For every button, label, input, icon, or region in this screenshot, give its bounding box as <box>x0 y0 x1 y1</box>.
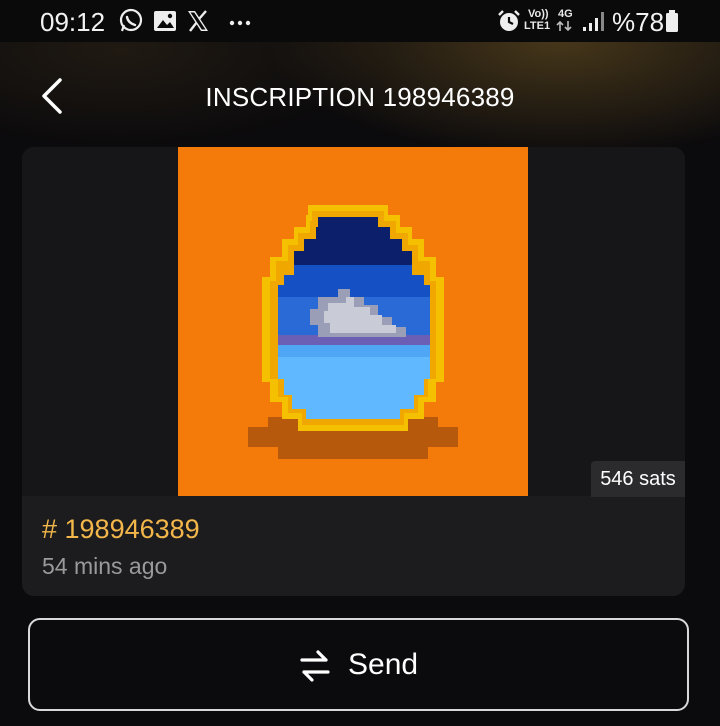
send-label: Send <box>348 648 419 681</box>
status-bar: 09:12 Vo)) LTE1 4G %78 <box>0 0 720 42</box>
lte-label: LTE1 <box>524 20 551 32</box>
x-icon <box>188 10 208 32</box>
timestamp: 54 mins ago <box>42 553 168 579</box>
inscription-image <box>178 147 528 496</box>
page-title: INSCRIPTION 198946389 <box>205 82 515 112</box>
status-time: 09:12 <box>40 7 106 37</box>
inscription-number: # 198946389 <box>42 514 200 544</box>
whatsapp-icon <box>119 8 143 32</box>
data-arrows-icon <box>556 20 572 32</box>
alarm-icon <box>498 10 520 31</box>
volte-label: Vo)) <box>528 8 549 20</box>
gallery-icon <box>154 11 176 31</box>
transfer-arrows-icon <box>300 650 330 682</box>
battery-percent: %78 <box>612 7 665 37</box>
inscription-media <box>22 147 685 496</box>
signal-icon <box>583 12 604 31</box>
price-badge: 546 sats <box>591 461 685 497</box>
more-dots-icon <box>229 20 251 26</box>
network-type-label: 4G <box>558 8 573 20</box>
send-button[interactable]: Send <box>28 618 689 711</box>
battery-icon <box>666 10 678 32</box>
